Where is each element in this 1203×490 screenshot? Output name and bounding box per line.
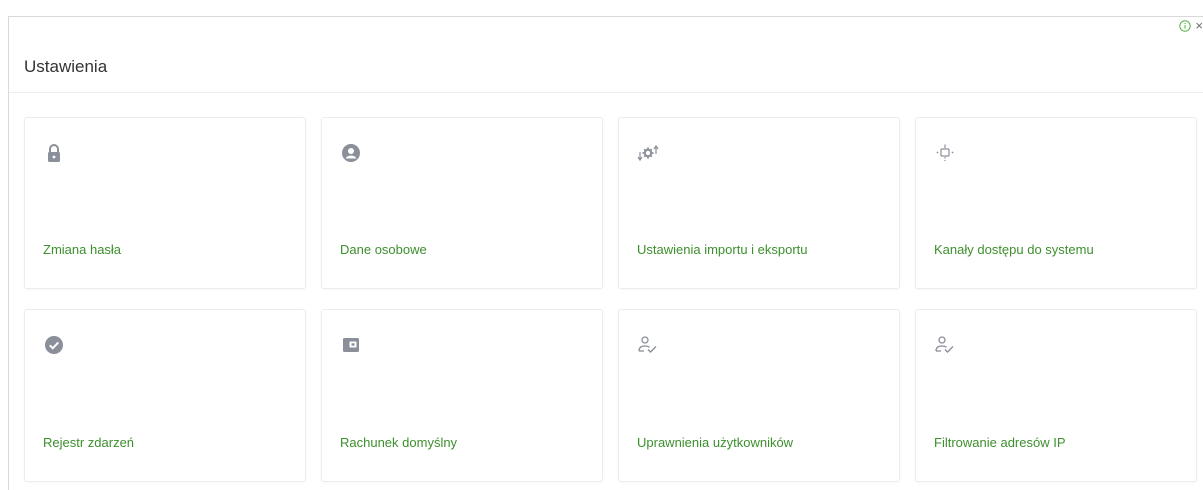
user-circle-icon <box>340 142 362 164</box>
tile-default-account[interactable]: Rachunek domyślny <box>321 309 603 482</box>
lock-icon <box>43 142 65 164</box>
tile-label: Rachunek domyślny <box>340 435 458 450</box>
settings-tiles-grid: Zmiana hasła Dane osobowe Ustawienia imp… <box>24 117 1197 482</box>
import-export-gear-icon <box>637 142 659 164</box>
close-icon[interactable]: × <box>1195 19 1203 32</box>
user-check-icon <box>934 334 956 356</box>
tile-label: Uprawnienia użytkowników <box>637 435 794 450</box>
tile-password-change[interactable]: Zmiana hasła <box>24 117 306 289</box>
tile-import-export-settings[interactable]: Ustawienia importu i eksportu <box>618 117 900 289</box>
tile-label: Ustawienia importu i eksportu <box>637 242 808 257</box>
tile-label: Kanały dostępu do systemu <box>934 242 1094 257</box>
tile-label: Dane osobowe <box>340 242 427 257</box>
page-title: Ustawienia <box>24 57 108 76</box>
tile-label: Zmiana hasła <box>43 242 122 257</box>
check-circle-icon <box>43 334 65 356</box>
info-circle-icon[interactable] <box>1179 20 1192 32</box>
tile-label: Rejestr zdarzeń <box>43 435 135 450</box>
access-channels-icon <box>934 142 956 164</box>
settings-panel: Ustawienia × Zmiana hasła Dane osobowe U… <box>8 16 1203 490</box>
ad-controls: × <box>1179 19 1203 32</box>
panel-header: Ustawienia <box>9 17 1203 93</box>
tile-ip-filtering[interactable]: Filtrowanie adresów IP <box>915 309 1197 482</box>
wallet-icon <box>340 334 362 356</box>
tile-label: Filtrowanie adresów IP <box>934 435 1066 450</box>
tile-access-channels[interactable]: Kanały dostępu do systemu <box>915 117 1197 289</box>
user-check-icon <box>637 334 659 356</box>
tile-event-log[interactable]: Rejestr zdarzeń <box>24 309 306 482</box>
tile-user-permissions[interactable]: Uprawnienia użytkowników <box>618 309 900 482</box>
tile-personal-data[interactable]: Dane osobowe <box>321 117 603 289</box>
